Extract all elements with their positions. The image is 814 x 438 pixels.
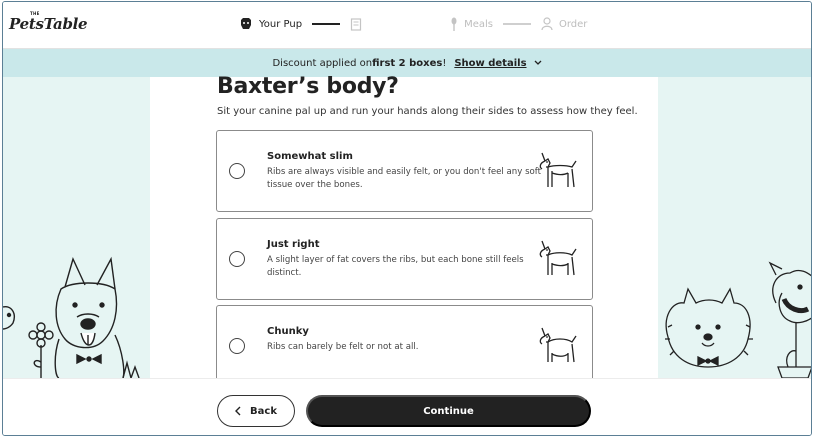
option-somewhat-slim[interactable]: Somewhat slim Ribs are always visible an… [216,130,593,212]
step-label: Order [558,18,588,30]
slim-dog-icon [536,151,582,193]
banner-text: Discount applied on [272,57,373,69]
discount-banner: Discount applied on first 2 boxes ! Show… [3,49,811,77]
option-title: Just right [267,239,320,250]
logo[interactable]: THE PetsTable [9,11,88,35]
radio-button[interactable] [229,251,245,267]
option-just-right[interactable]: Just right A slight layer of fat covers … [216,218,593,300]
person-icon [541,17,553,31]
back-button[interactable]: Back [217,395,295,427]
pomeranian-dog-illustration [665,261,811,378]
step-order: Order [541,17,587,31]
page-title: Baxter’s body? [217,74,399,99]
chevron-left-icon [235,406,241,416]
spoon-icon [450,17,458,31]
option-title: Somewhat slim [267,151,353,162]
step-label: Your Pup [259,18,303,30]
progress-steps: Your Pup Meals Order [239,14,587,34]
shepherd-dog-illustration [3,256,140,378]
chunky-dog-icon [536,326,582,368]
normal-dog-icon [536,239,582,281]
back-label: Back [250,405,277,417]
food-box-icon [350,17,362,31]
chevron-down-icon[interactable] [534,60,542,66]
banner-bold: first 2 boxes [372,57,443,69]
continue-button[interactable]: Continue [306,395,591,427]
continue-label: Continue [423,405,474,417]
radio-button[interactable] [229,338,245,354]
left-illustration-panel [3,77,150,378]
page-subtitle: Sit your canine pal up and run your hand… [217,106,638,117]
option-description: Ribs can barely be felt or not at all. [267,342,419,352]
app-frame: THE PetsTable Your Pup Meals Order Disco… [2,1,812,436]
top-header: THE PetsTable Your Pup Meals Order [3,2,811,49]
option-description: A slight layer of fat covers the ribs, b… [267,255,524,278]
step-your-pup: Your Pup [239,17,302,31]
banner-text-end: ! [442,57,447,69]
step-meals: Meals [450,17,493,31]
option-title: Chunky [267,326,309,337]
step-connector [312,23,341,25]
logo-name: PetsTable [9,15,88,33]
bottom-action-bar: Back Continue [3,378,811,435]
option-description: Ribs are always visible and easily felt,… [267,167,542,190]
dog-face-icon [239,17,253,31]
show-details-link[interactable]: Show details [454,58,526,69]
radio-button[interactable] [229,163,245,179]
step-label: Meals [464,18,493,30]
step-connector [502,23,531,25]
step-box [350,17,362,31]
option-chunky[interactable]: Chunky Ribs can barely be felt or not at… [216,305,593,387]
right-illustration-panel [658,77,811,378]
